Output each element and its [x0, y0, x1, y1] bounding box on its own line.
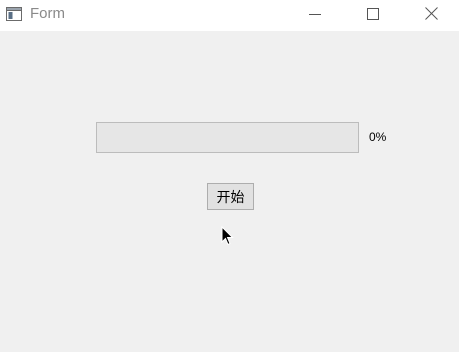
minimize-button[interactable]: [286, 0, 344, 28]
window-icon: [6, 6, 22, 21]
maximize-button[interactable]: [344, 0, 402, 28]
start-button[interactable]: 开始: [207, 183, 254, 210]
close-button[interactable]: [402, 0, 459, 28]
window-title: Form: [30, 5, 65, 22]
minimize-icon: [309, 5, 321, 24]
title-bar[interactable]: Form: [0, 0, 459, 31]
maximize-icon: [367, 5, 379, 24]
form-window: Form 0% 开始: [0, 0, 459, 352]
close-icon: [424, 5, 438, 24]
mouse-pointer-icon: [221, 225, 234, 246]
progress-bar: [96, 122, 359, 153]
progress-percent-label: 0%: [369, 130, 387, 144]
